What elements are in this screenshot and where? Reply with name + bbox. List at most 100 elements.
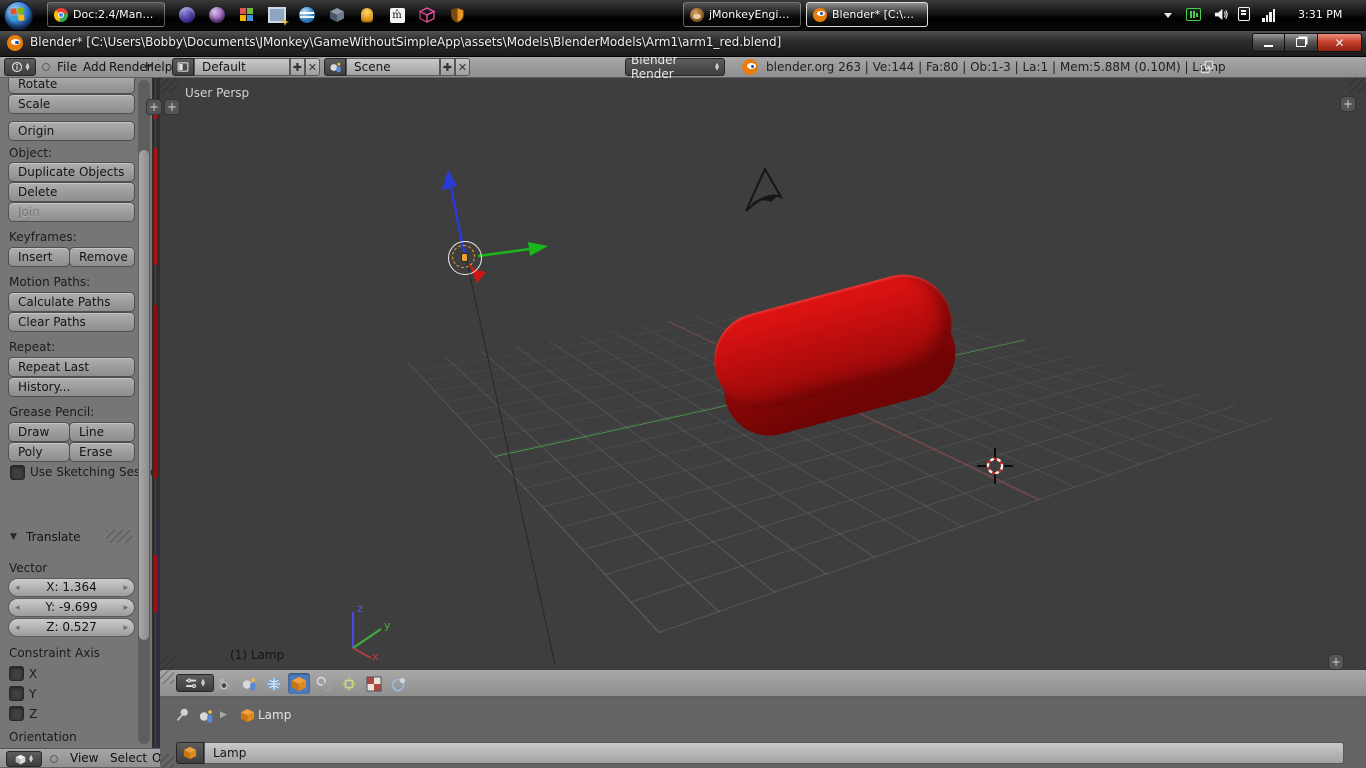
new-window-corner-icon[interactable]	[1200, 60, 1214, 74]
viewport-3d[interactable]: User Persp (1) Lamp z y x + + +	[160, 78, 1366, 670]
menu-add[interactable]: Add	[83, 56, 106, 78]
menu-object[interactable]: Object	[152, 748, 160, 768]
tray-expand-icon[interactable]	[1164, 13, 1172, 18]
constraint-y-checkbox[interactable]	[9, 686, 24, 701]
rotate-button[interactable]: Rotate	[8, 78, 135, 94]
editor-type-button[interactable]: ▲▼	[4, 58, 36, 76]
mode-select-button[interactable]: ▲▼	[6, 751, 42, 767]
grease-erase-button[interactable]: Erase	[69, 442, 135, 462]
lamp-object[interactable]	[448, 241, 482, 275]
collapse-menus-icon[interactable]	[42, 63, 50, 71]
vector-z-slider[interactable]: ◂Z: 0.527▸	[8, 618, 135, 637]
delete-button[interactable]: Delete	[8, 182, 135, 202]
scene-delete-button[interactable]: ✕	[455, 58, 470, 76]
grease-line-button[interactable]: Line	[69, 422, 135, 442]
region-corner[interactable]	[160, 670, 174, 684]
tab-render[interactable]	[213, 673, 235, 694]
layout-name-field[interactable]: Default	[194, 58, 290, 76]
vector-x-slider[interactable]: ◂X: 1.364▸	[8, 578, 135, 597]
tab-world[interactable]	[263, 673, 285, 694]
manipulator-z-arrowhead[interactable]	[442, 170, 457, 190]
taskbar-clock[interactable]: 3:31 PM	[1298, 8, 1342, 21]
manipulator-y-arrow[interactable]	[478, 249, 530, 256]
plugin-sphere-icon[interactable]	[207, 5, 227, 25]
constraint-x-checkbox[interactable]	[9, 666, 24, 681]
grease-draw-button[interactable]: Draw	[8, 422, 70, 442]
region-corner[interactable]	[160, 655, 175, 670]
scale-button[interactable]: Scale	[8, 94, 135, 114]
tool-shelf-scrollbar[interactable]	[138, 80, 150, 744]
collapsed-region-sliver[interactable]	[152, 78, 160, 748]
menu-view[interactable]: View	[70, 748, 98, 768]
action-center-icon[interactable]	[1238, 7, 1250, 21]
security-shield-icon[interactable]	[447, 5, 467, 25]
join-button[interactable]: Join	[8, 202, 135, 222]
close-button[interactable]: ✕	[1318, 33, 1362, 52]
toolshelf-expand-button[interactable]: +	[164, 99, 180, 115]
grease-poly-button[interactable]: Poly	[8, 442, 70, 462]
window-titlebar[interactable]: Blender* [C:\Users\Bobby\Documents\JMonk…	[0, 30, 1366, 57]
history-button[interactable]: History...	[8, 377, 135, 397]
origin-button[interactable]: Origin	[8, 121, 135, 141]
calculate-paths-button[interactable]: Calculate Paths	[8, 292, 135, 312]
volume-icon[interactable]	[1214, 7, 1229, 26]
filezilla-icon[interactable]	[297, 5, 317, 25]
tab-constraints[interactable]	[313, 673, 335, 694]
remove-keyframe-button[interactable]: Remove	[69, 247, 135, 267]
editor-type-button[interactable]: ▲▼	[176, 674, 214, 692]
eclipse-icon[interactable]	[177, 5, 197, 25]
taskbar-window-chrome[interactable]: Doc:2.4/Manual/Inte...	[47, 2, 165, 27]
tab-object[interactable]	[288, 673, 310, 694]
region-corner[interactable]	[1348, 78, 1366, 93]
pin-icon[interactable]	[173, 706, 191, 724]
region-expand-button[interactable]: +	[146, 99, 162, 115]
duplicate-objects-button[interactable]: Duplicate Objects	[8, 162, 135, 182]
restore-button[interactable]	[1285, 33, 1318, 52]
menu-select[interactable]: Select	[110, 748, 147, 768]
scene-browse-button[interactable]	[324, 58, 346, 76]
taskbar-window-blender[interactable]: Blender* [C:\Users\B...	[806, 2, 928, 27]
minimize-button[interactable]	[1252, 33, 1285, 52]
layout-add-button[interactable]: ✚	[290, 58, 305, 76]
cube-app-icon[interactable]	[327, 5, 347, 25]
collapse-menus-icon[interactable]	[50, 755, 58, 763]
panel-drag-corner[interactable]	[106, 530, 132, 543]
tab-physics[interactable]	[388, 673, 410, 694]
constraint-z-checkbox[interactable]	[9, 706, 24, 721]
menu-help[interactable]: Help	[145, 56, 172, 78]
clear-paths-button[interactable]: Clear Paths	[8, 312, 135, 332]
object-id-icon-button[interactable]	[176, 742, 204, 764]
lamp-app-icon[interactable]	[357, 5, 377, 25]
repeat-last-button[interactable]: Repeat Last	[8, 357, 135, 377]
layout-browse-button[interactable]	[172, 58, 194, 76]
wire-cube-icon[interactable]	[417, 5, 437, 25]
region-expand-button[interactable]: +	[1328, 654, 1344, 670]
insert-keyframe-button[interactable]: Insert	[8, 247, 70, 267]
vector-y-slider[interactable]: ◂Y: -9.699▸	[8, 598, 135, 617]
sketching-sessions-checkbox[interactable]	[10, 465, 25, 480]
scene-icon[interactable]	[198, 708, 214, 724]
tab-object-data[interactable]	[338, 673, 360, 694]
mu-editor-icon[interactable]: m̂	[387, 5, 407, 25]
breadcrumb-object[interactable]: Lamp	[258, 708, 291, 722]
taskbar-window-jmonkey[interactable]: jMonkeyEngine SDK ...	[683, 2, 801, 27]
translate-panel-header[interactable]: ▼ Translate	[0, 528, 152, 546]
region-corner[interactable]	[160, 754, 174, 768]
scene-add-button[interactable]: ✚	[440, 58, 455, 76]
network-icon[interactable]	[1262, 9, 1275, 22]
scene-name-field[interactable]: Scene	[346, 58, 440, 76]
input-indicator-icon[interactable]	[1186, 8, 1201, 21]
media-grid-icon[interactable]	[237, 5, 257, 25]
new-window-icon[interactable]	[267, 5, 287, 25]
manipulator-y-arrowhead[interactable]	[528, 242, 548, 256]
object-name-field[interactable]: Lamp	[204, 742, 1344, 764]
layout-delete-button[interactable]: ✕	[305, 58, 320, 76]
properties-expand-button[interactable]: +	[1340, 96, 1356, 112]
start-button[interactable]	[4, 1, 33, 30]
scrollbar-handle[interactable]	[139, 150, 149, 640]
region-corner[interactable]	[160, 78, 178, 93]
tab-scene[interactable]	[238, 673, 260, 694]
menu-file[interactable]: File	[57, 56, 77, 78]
render-engine-select[interactable]: Blender Render ▲▼	[625, 58, 725, 76]
tab-texture[interactable]	[363, 673, 385, 694]
